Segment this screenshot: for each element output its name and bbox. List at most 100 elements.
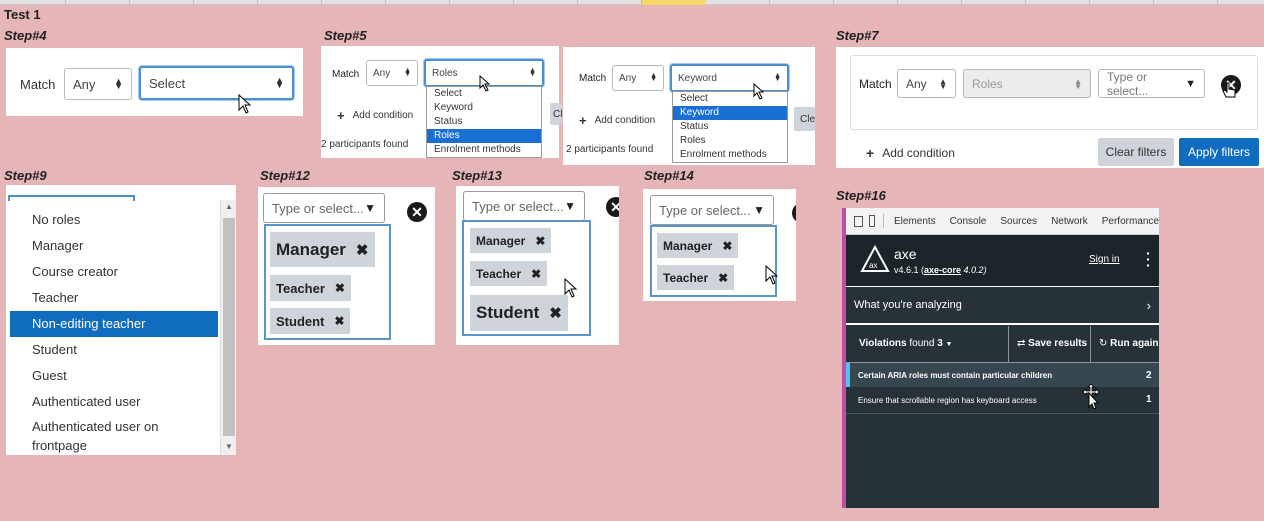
caret-down-icon: ▼ <box>753 203 765 217</box>
match-label: Match <box>579 73 607 84</box>
issue-row[interactable]: Certain ARIA roles must contain particul… <box>846 363 1159 387</box>
match-select[interactable]: Any ▲ ▼ <box>366 60 418 86</box>
axe-core-link[interactable]: axe-core <box>924 265 961 275</box>
tag-teacher[interactable]: Teacher ✖ <box>270 275 351 301</box>
field-dropdown-list: Select Keyword Status Roles Enrolment method… <box>426 86 542 158</box>
dropdown-option[interactable]: Roles <box>427 129 541 143</box>
field-select[interactable]: Roles ▲ ▼ <box>963 69 1091 98</box>
step13-panel: Type or select... ▼ ✕ Manager ✖ Teacher ✖ … <box>456 186 619 345</box>
axe-logo-icon: ax <box>860 245 890 272</box>
axe-version: v4.6.1 ( <box>894 265 925 275</box>
clear-filters-button[interactable]: Clear filters <box>1098 138 1174 166</box>
match-select[interactable]: Any ▲ ▼ <box>64 68 132 100</box>
move-pointer-icon <box>1082 383 1100 409</box>
device-toolbar-icon[interactable] <box>868 215 876 227</box>
role-option[interactable]: Teacher <box>10 285 218 311</box>
apply-filters-button[interactable]: Apply filters <box>1179 138 1259 166</box>
tag-manager[interactable]: Manager ✖ <box>270 232 375 267</box>
inspect-icon[interactable] <box>854 215 863 227</box>
participants-found: 2 participants found <box>566 144 654 155</box>
clear-filters-button[interactable]: Cle <box>794 107 815 131</box>
field-select[interactable]: Keyword ▲ ▼ <box>670 64 789 92</box>
step-label: Step#4 <box>4 28 47 43</box>
caret-down-icon: ▼ <box>945 341 953 348</box>
save-results-button[interactable]: ⇄ Save results <box>1017 338 1087 349</box>
match-select[interactable]: Any ▲ ▼ <box>897 69 956 98</box>
analyzing-row[interactable]: What you're analyzing › <box>846 288 1159 322</box>
run-again-button[interactable]: ↻ Run again <box>1099 338 1159 349</box>
tag-teacher[interactable]: Teacher ✖ <box>470 261 548 286</box>
remove-x-icon[interactable]: ✖ <box>722 239 732 253</box>
dropdown-option[interactable]: Status <box>673 120 787 134</box>
remove-x-icon[interactable]: ✖ <box>531 267 541 281</box>
dropdown-option[interactable]: Select <box>673 92 787 106</box>
value-autocomplete[interactable]: Type or select... ▼ <box>650 195 774 225</box>
step-label: Step#9 <box>4 168 47 183</box>
dropdown-option[interactable]: Keyword <box>427 101 541 115</box>
clear-filters-button[interactable]: Cl <box>550 103 562 125</box>
add-condition-button[interactable]: + Add condition <box>866 145 955 161</box>
refresh-icon: ↻ <box>1099 338 1108 349</box>
remove-x-icon[interactable]: ✖ <box>356 241 369 259</box>
issue-row[interactable]: Ensure that scrollable region has keyboa… <box>846 388 1159 412</box>
value-autocomplete[interactable]: Type or select... ▼ <box>1098 69 1205 98</box>
scroll-up-icon[interactable]: ▲ <box>225 202 233 211</box>
tag-student[interactable]: Student ✖ <box>270 308 351 334</box>
up-down-arrows-icon: ▲ ▼ <box>1074 76 1082 91</box>
remove-x-icon[interactable]: ✖ <box>334 314 344 328</box>
axe-core-version: 4.0.2) <box>961 265 987 275</box>
role-option[interactable]: Authenticated user on frontpage <box>10 415 180 455</box>
mouse-pointer-icon <box>238 94 252 114</box>
step5-panel-b: Match Any ▲ ▼ Keyword ▲ ▼ Select Keyword Sta… <box>563 47 815 165</box>
step12-panel: Type or select... ▼ ✕ Manager ✖ Teacher ✖ … <box>258 187 435 345</box>
mouse-pointer-icon <box>479 75 491 92</box>
tag-teacher[interactable]: Teacher ✖ <box>657 265 735 290</box>
role-option[interactable]: Course creator <box>10 259 218 285</box>
remove-x-icon[interactable]: ✖ <box>549 304 562 322</box>
dropdown-option[interactable]: Keyword <box>673 106 787 120</box>
field-dropdown-list: Select Keyword Status Roles Enrolment method… <box>672 91 788 163</box>
add-condition-button[interactable]: + Add condition <box>337 108 413 123</box>
tag-manager[interactable]: Manager ✖ <box>657 233 739 258</box>
tag-student[interactable]: Student ✖ <box>470 295 568 331</box>
add-condition-button[interactable]: + Add condition <box>579 113 655 128</box>
up-down-arrows-icon: ▲ ▼ <box>404 67 411 78</box>
devtools-tab[interactable]: Network <box>1051 216 1088 227</box>
value-autocomplete[interactable]: Type or select... ▼ <box>263 193 385 223</box>
remove-x-icon[interactable]: ✖ <box>718 271 728 285</box>
devtools-tab[interactable]: Elements <box>894 216 936 227</box>
role-option[interactable]: Guest <box>10 363 218 389</box>
sign-in-link[interactable]: Sign in <box>1089 254 1120 265</box>
up-down-arrows-icon: ▲ ▼ <box>275 75 284 90</box>
dropdown-option[interactable]: Enrolment methods <box>673 148 787 162</box>
remove-x-icon[interactable]: ✖ <box>535 234 545 248</box>
dropdown-option[interactable]: Status <box>427 115 541 129</box>
role-option[interactable]: No roles <box>10 207 218 233</box>
selected-tags-box: Manager ✖ Teacher ✖ <box>650 225 777 297</box>
match-select[interactable]: Any ▲ ▼ <box>612 65 664 91</box>
dropdown-option[interactable]: Enrolment methods <box>427 143 541 157</box>
remove-x-icon[interactable]: ✖ <box>335 281 345 295</box>
tag-manager[interactable]: Manager ✖ <box>470 228 552 253</box>
close-circle-icon[interactable]: ✕ <box>792 203 796 223</box>
devtools-tab[interactable]: Sources <box>1000 216 1037 227</box>
close-circle-icon[interactable]: ✕ <box>606 197 619 217</box>
devtools-tab[interactable]: Console <box>950 216 987 227</box>
field-select[interactable]: Select ▲ ▼ <box>139 66 294 100</box>
dropdown-option[interactable]: Roles <box>673 134 787 148</box>
scrollbar-thumb[interactable] <box>223 218 235 436</box>
value-autocomplete[interactable]: Type or select... ▼ <box>463 191 585 221</box>
violations-summary[interactable]: Violations found 3 ▼ <box>859 338 952 349</box>
role-option[interactable]: Student <box>10 337 218 363</box>
devtools-tab[interactable]: Performance <box>1102 216 1159 227</box>
role-option[interactable]: Non-editing teacher <box>10 311 218 337</box>
save-icon: ⇄ <box>1017 338 1026 349</box>
listbox-scrollbar[interactable]: ▲ ▼ <box>220 200 236 455</box>
kebab-menu-icon[interactable]: · · · <box>1146 246 1151 272</box>
caret-down-icon: ▼ <box>564 199 576 213</box>
role-option[interactable]: Manager <box>10 233 218 259</box>
role-option[interactable]: Authenticated user <box>10 389 218 415</box>
sheet-title: Test 1 <box>4 7 41 22</box>
close-circle-icon[interactable]: ✕ <box>407 202 427 222</box>
scroll-down-icon[interactable]: ▼ <box>225 442 233 451</box>
